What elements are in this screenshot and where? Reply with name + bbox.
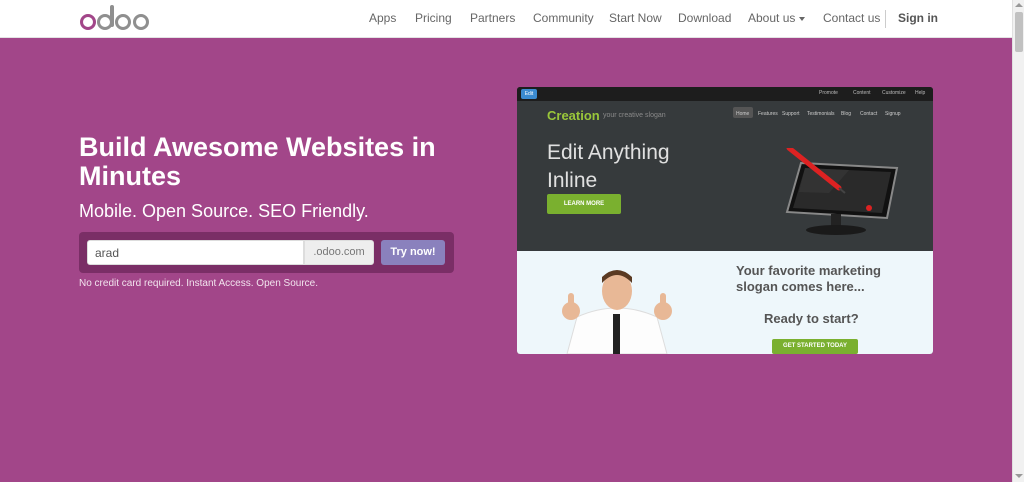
odoo-logo[interactable] xyxy=(80,4,149,34)
nav-item-download[interactable]: Download xyxy=(678,11,731,25)
scroll-up-arrow-icon[interactable] xyxy=(1015,3,1023,7)
nav-item-about-us[interactable]: About us xyxy=(748,11,806,25)
logo-d-icon xyxy=(97,5,114,30)
nav-item-start-now[interactable]: Start Now xyxy=(609,11,662,25)
preview-slogan: your creative slogan xyxy=(603,112,666,119)
preview-top-link: Customize xyxy=(882,90,906,96)
preview-brand: Creation xyxy=(547,108,600,123)
preview-headline: Edit Anything Inline xyxy=(547,141,670,192)
preview-get-started-button: GET STARTED TODAY xyxy=(772,339,858,354)
nav-item-community[interactable]: Community xyxy=(533,11,594,25)
preview-marketing-section: Your favorite marketing slogan comes her… xyxy=(517,251,933,354)
preview-hero-section: Creation your creative slogan Home Featu… xyxy=(517,101,933,251)
preview-edit-button: Edit xyxy=(521,89,537,99)
preview-top-link: Content xyxy=(853,90,871,96)
logo-o-icon xyxy=(115,14,131,30)
signup-form: .odoo.com Try now! xyxy=(79,232,454,273)
preview-menu-item: Support xyxy=(782,111,800,117)
preview-marketing-text: Your favorite marketing slogan comes her… xyxy=(736,263,881,294)
logo-o-icon xyxy=(133,14,149,30)
signup-note: No credit card required. Instant Access.… xyxy=(79,278,319,289)
preview-editor-bar: Edit Promote Content Customize Help xyxy=(517,87,933,101)
scrollbar-thumb[interactable] xyxy=(1015,12,1023,52)
preview-menu-item: Testimonials xyxy=(807,111,835,117)
nav-divider xyxy=(885,10,886,28)
domain-suffix: .odoo.com xyxy=(304,240,374,265)
logo-o-icon xyxy=(80,14,96,30)
monitor-pen-icon xyxy=(785,148,899,235)
caret-down-icon xyxy=(799,16,806,21)
page-scrollbar[interactable] xyxy=(1012,0,1024,482)
nav-item-apps[interactable]: Apps xyxy=(369,11,396,25)
try-now-button[interactable]: Try now! xyxy=(381,240,445,265)
preview-menu-item: Signup xyxy=(885,111,901,117)
preview-learn-more-button: LEARN MORE xyxy=(547,194,621,214)
top-navbar: Apps Pricing Partners Community Start No… xyxy=(0,0,1012,38)
preview-top-link: Promote xyxy=(819,90,838,96)
hero-subtitle: Mobile. Open Source. SEO Friendly. xyxy=(79,201,369,221)
preview-top-link: Help xyxy=(915,90,926,96)
preview-menu-item: Contact xyxy=(860,111,878,117)
database-name-input[interactable] xyxy=(87,240,304,265)
scroll-down-arrow-icon[interactable] xyxy=(1015,474,1023,478)
hero-title: Build Awesome Websites in Minutes xyxy=(79,132,436,191)
preview-menu-item: Features xyxy=(758,111,778,117)
about-us-label: About us xyxy=(748,11,796,25)
preview-ready-text: Ready to start? xyxy=(764,311,859,326)
sign-in-link[interactable]: Sign in xyxy=(898,11,938,25)
nav-item-pricing[interactable]: Pricing xyxy=(415,11,452,25)
website-builder-preview: Edit Promote Content Customize Help Crea… xyxy=(517,87,933,354)
nav-item-partners[interactable]: Partners xyxy=(470,11,515,25)
preview-menu-item: Home xyxy=(736,111,750,117)
preview-menu-item: Blog xyxy=(841,111,852,117)
businessman-thumbs-up-icon xyxy=(562,270,672,354)
nav-item-contact-us[interactable]: Contact us xyxy=(823,11,880,25)
